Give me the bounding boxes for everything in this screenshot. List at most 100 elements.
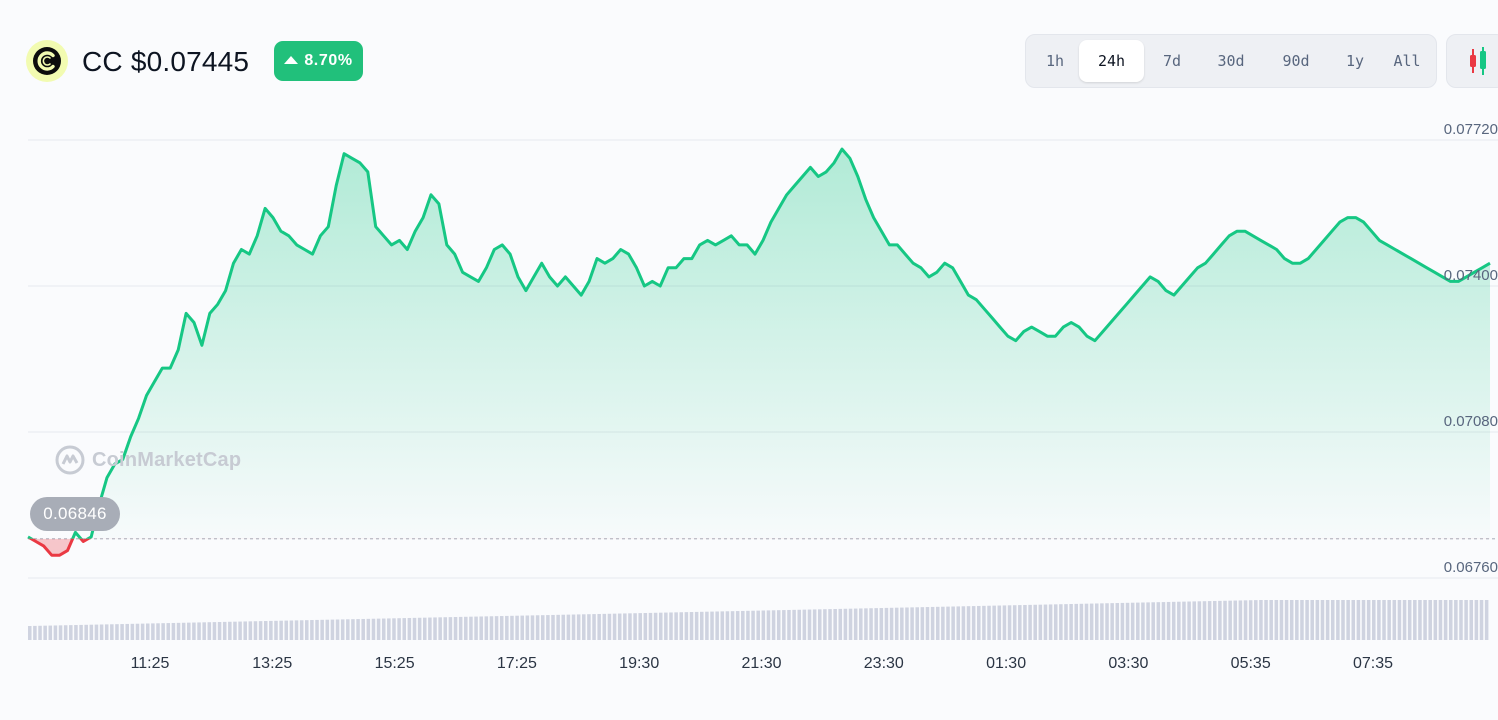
volume-bar	[397, 618, 401, 640]
volume-bar	[1279, 600, 1284, 640]
volume-bar	[315, 619, 319, 640]
volume-bar	[171, 622, 176, 640]
volume-bar	[1007, 605, 1012, 640]
volume-bar	[469, 616, 473, 640]
volume-bar	[910, 607, 914, 640]
volume-bar	[69, 625, 73, 640]
volume-bar	[212, 622, 217, 640]
volume-bar	[1392, 600, 1397, 640]
volume-bar	[946, 606, 950, 640]
volume-bar	[935, 606, 940, 640]
volume-bar	[689, 612, 694, 640]
volume-bar	[1418, 600, 1422, 640]
volume-bar	[920, 607, 925, 640]
volume-bar	[1407, 600, 1412, 640]
volume-bar	[1284, 600, 1289, 640]
volume-bar	[1366, 600, 1371, 640]
volume-bar	[1336, 600, 1340, 640]
volume-bar	[1264, 600, 1268, 640]
volume-bar	[648, 612, 653, 640]
volume-bar	[807, 609, 812, 640]
volume-bar	[633, 613, 637, 640]
volume-bar	[684, 612, 689, 640]
volume-bar	[1433, 600, 1438, 640]
volume-bar	[140, 623, 145, 640]
volume-bar	[222, 621, 227, 640]
volume-bar	[320, 619, 324, 640]
volume-bar	[1300, 600, 1304, 640]
volume-bar	[546, 615, 550, 640]
volume-bar	[279, 620, 283, 640]
volume-bar	[1212, 600, 1217, 640]
volume-bar	[720, 611, 725, 640]
volume-bar	[233, 621, 237, 640]
volume-bar	[104, 624, 109, 640]
volume-bar	[1069, 604, 1073, 640]
volume-bar	[756, 610, 760, 640]
volume-bar	[1361, 600, 1366, 640]
price-area-up	[28, 149, 1490, 539]
volume-bar	[1356, 600, 1361, 640]
x-tick-label: 21:30	[741, 655, 781, 672]
volume-bar	[1484, 600, 1489, 640]
volume-bar	[1228, 600, 1232, 640]
volume-bar	[700, 611, 704, 640]
volume-bar	[115, 624, 119, 640]
volume-bar	[1100, 603, 1104, 640]
x-tick-label: 07:35	[1353, 655, 1393, 672]
volume-bar	[330, 619, 335, 640]
volume-bar	[248, 621, 253, 640]
volume-bar	[571, 614, 576, 640]
volume-bar	[289, 620, 294, 640]
volume-bar	[853, 608, 858, 640]
volume-bar	[823, 609, 827, 640]
volume-bar	[1197, 601, 1202, 640]
volume-bar	[1310, 600, 1314, 640]
volume-bar	[961, 606, 966, 640]
volume-bar	[617, 613, 622, 640]
volume-bar	[1110, 603, 1114, 640]
volume-bar	[874, 608, 878, 640]
volume-bar	[1448, 600, 1453, 640]
volume-bar	[1259, 600, 1263, 640]
x-tick-label: 15:25	[375, 655, 415, 672]
volume-bar	[202, 622, 206, 640]
volume-bar	[1305, 600, 1309, 640]
volume-bar	[299, 620, 304, 640]
volume-bar	[1377, 600, 1381, 640]
volume-bar	[1048, 604, 1053, 640]
volume-bar	[1033, 604, 1037, 640]
volume-bar	[433, 617, 437, 640]
volume-bar	[284, 620, 289, 640]
volume-bar	[417, 617, 422, 640]
volume-bar	[1289, 600, 1294, 640]
volume-bar	[966, 606, 971, 640]
y-tick-label: 0.07080	[1444, 413, 1498, 430]
volume-bar	[346, 619, 350, 640]
volume-bar	[1064, 604, 1068, 640]
volume-bar	[1059, 604, 1063, 640]
volume-bar	[812, 609, 817, 640]
volume-bar	[669, 612, 673, 640]
volume-bar	[664, 612, 668, 640]
volume-bar	[228, 621, 232, 640]
volume-bar	[623, 613, 627, 640]
volume-bar	[735, 611, 740, 640]
volume-bar	[43, 625, 47, 640]
volume-bar	[443, 617, 448, 640]
volume-bar	[74, 625, 78, 640]
volume-bar	[971, 606, 976, 640]
volume-bar	[1105, 603, 1109, 640]
volume-bar	[1156, 602, 1161, 640]
volume-bar	[1351, 600, 1356, 640]
volume-bar	[1043, 604, 1048, 640]
volume-bar	[817, 609, 822, 640]
volume-bar	[351, 619, 355, 640]
volume-bar	[187, 622, 191, 640]
volume-bar	[294, 620, 299, 640]
volume-bar	[889, 607, 894, 640]
volume-bar	[474, 616, 478, 640]
volume-bar	[94, 624, 99, 640]
volume-bar	[1382, 600, 1386, 640]
volume-bar	[1177, 601, 1181, 640]
